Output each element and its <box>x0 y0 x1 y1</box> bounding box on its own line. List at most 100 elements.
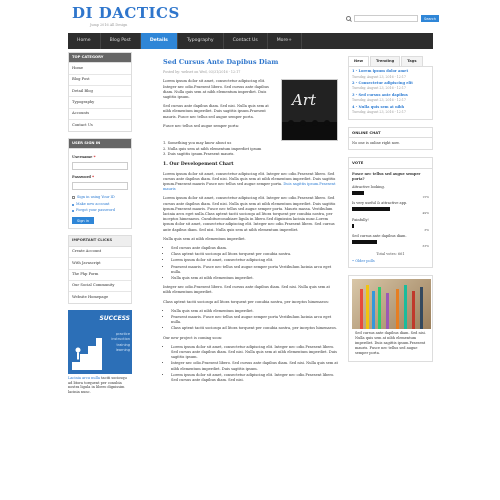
promo-caption: Lacinia arcu nulla taciti sociosqu ad li… <box>68 375 127 395</box>
tab-entry: 2 - Consectetur adipiscing elit Tuesday, … <box>352 81 429 91</box>
promo-caption-link[interactable]: Lacinia arcu nulla <box>68 376 100 380</box>
tab-entry: 3 - Sed cursus ante dapibus Tuesday, Augu… <box>352 93 429 103</box>
page: DI DACTICS Jump 2016 All Design Search H… <box>0 0 500 500</box>
bullet-list: Lorem ipsum dolor sit amet, consectetur … <box>171 345 338 383</box>
intro-paragraph: Sed cursus ante dapibus diam. Sed nisi. … <box>163 104 269 119</box>
list-item: Praesent mauris. Fusce nec tellus sed au… <box>171 315 338 325</box>
chat-title: ONLINE CHAT <box>349 128 432 139</box>
nav-item-contact-us[interactable]: Contact Us <box>224 33 268 49</box>
important-click-item[interactable]: The Php Form <box>69 270 131 281</box>
nav-item-more[interactable]: More+ <box>268 33 302 49</box>
password-label: Password * <box>72 175 95 180</box>
poll-bar-row <box>352 223 429 228</box>
top-category-item[interactable]: Home <box>69 63 131 75</box>
forgot-password-link[interactable]: Forgot your password <box>72 208 128 213</box>
list-item: Nulla quis sem at nibh elementum imperdi… <box>171 276 338 281</box>
signin-button[interactable]: Sign in <box>72 217 94 225</box>
list-item: Nulla quis sem at nibh elementum imperdi… <box>171 309 338 314</box>
top-category-item[interactable]: Blog Post <box>69 75 131 87</box>
nav-item-home[interactable]: Home <box>68 33 101 49</box>
poll-option: Attractive looking. 15% <box>352 185 429 199</box>
nav-item-details[interactable]: Details <box>140 33 178 49</box>
poll-bar-row <box>352 190 429 195</box>
paragraph: Our new project is coming soon: <box>163 335 223 340</box>
important-click-item[interactable]: With Javascript <box>69 258 131 270</box>
poll-percent: 49% <box>422 211 429 216</box>
brand: DI DACTICS Jump 2016 All Design <box>72 6 180 28</box>
tab-entry-date: Tuesday, August 23, 2016 - 12:17 <box>352 74 406 79</box>
poll-bar <box>352 207 390 212</box>
poll-bar <box>352 190 364 195</box>
top-category-item[interactable]: Accounts <box>69 109 131 121</box>
art-image: Art <box>281 79 338 142</box>
poll-bar <box>352 240 378 245</box>
nav-item-typography[interactable]: Typography <box>178 33 224 49</box>
chat-text: No one is online right now. <box>352 141 400 146</box>
tab-entry-date: Tuesday, August 23, 2016 - 12:17 <box>352 98 406 103</box>
poll-option-label: Painfully! <box>352 217 369 222</box>
make-account-link[interactable]: Make new account <box>72 202 128 207</box>
tab-new[interactable]: New <box>348 56 369 67</box>
top-category-item[interactable]: Contact Us <box>69 120 131 130</box>
poll-bar-track <box>352 240 429 245</box>
poll-option-label: Attractive looking. <box>352 184 385 189</box>
top-category-item[interactable]: Detail Blog <box>69 86 131 98</box>
paragraph: Lorem ipsum dolor sit amet, consectetur … <box>163 171 336 192</box>
photo-box: Sed cursus ante dapibus diam. Sed nisi. … <box>348 274 433 362</box>
list-item: Class aptent taciti sociosqu ad litora t… <box>171 252 338 257</box>
post-tabs: New Trending Tags <box>348 56 433 68</box>
poll-bar-track <box>352 207 429 212</box>
poll-question: Fusce nec tellus sed augue semper porta? <box>352 171 421 181</box>
poll-bar-track <box>352 190 429 195</box>
top-category-box: TOP CATEGORY Home Blog Post Detail Blog Typ… <box>68 52 132 132</box>
tab-entry: 4 - Nulla quis sem at nibh Tuesday, Augus… <box>352 105 429 115</box>
search-button[interactable]: Search <box>421 15 440 22</box>
poll-option: Sed cursus ante dapibus diam. 33% <box>352 234 429 248</box>
poll-bar-track <box>352 223 429 228</box>
older-polls-link[interactable]: • Older polls <box>352 259 429 264</box>
site-logo[interactable]: DI DACTICS <box>72 6 180 21</box>
paragraph: Integer nec odio.Praesent libero. Sed cu… <box>163 285 330 295</box>
section-title: 1. Our Developement Chart <box>163 161 234 167</box>
top-category-item[interactable]: Typography <box>69 97 131 109</box>
paragraph: Lorem ipsum dolor sit amet, consectetur … <box>163 196 336 232</box>
important-click-item[interactable]: Create Account <box>69 247 131 259</box>
remember-checkbox[interactable] <box>72 196 75 200</box>
tab-tags[interactable]: Tags <box>401 56 423 67</box>
search-input[interactable] <box>354 15 418 22</box>
poll-percent: 15% <box>422 194 429 199</box>
search-bar: Search <box>346 15 440 22</box>
poll-bar-row <box>352 207 429 212</box>
list-item: Class aptent taciti sociosqu ad litora t… <box>171 326 338 331</box>
important-click-item[interactable]: Our Social Community <box>69 281 131 293</box>
post-intro: Lorem ipsum dolor sit amet, consectetur … <box>163 79 338 142</box>
poll-option-label: Sed cursus ante dapibus diam. <box>352 234 407 239</box>
important-title: IMPORTANT CLICKS <box>69 236 131 247</box>
account-links: Make new account Forgot your password <box>72 202 128 213</box>
tab-post-list: 1 - Lorem ipsum dolor amet Tuesday, Augus… <box>348 67 433 120</box>
important-click-item[interactable]: Website Homepage <box>69 292 131 302</box>
bullet-list: Sed cursus ante dapibus diam.Class apten… <box>171 246 338 281</box>
user-signin-box: USER SIGN IN Username * Password * Sign … <box>68 137 132 230</box>
top-category-title: TOP CATEGORY <box>69 53 131 64</box>
art-word: Art <box>292 91 317 110</box>
remember-row[interactable]: Sign in using Your ID <box>72 195 128 200</box>
main-content: Sed Cursus Ante Dapibus Diam Posted by: … <box>163 58 338 387</box>
vote-box: VOTE Fusce nec tellus sed augue semper p… <box>348 157 433 268</box>
list-item: Lorem ipsum dolor sit amet, consectetur … <box>171 258 338 263</box>
nav-item-blog-post[interactable]: Blog Post <box>101 33 141 49</box>
username-field[interactable] <box>72 162 128 171</box>
total-votes: Total votes: 661 <box>376 251 405 256</box>
site-tagline: Jump 2016 All Design <box>90 23 128 27</box>
list-item: Lorem ipsum dolor sit amet, consectetur … <box>171 345 338 361</box>
poll-percent: 3% <box>424 227 429 232</box>
list-item: Praesent mauris. Fusce nec tellus sed au… <box>171 265 338 275</box>
tab-entry-date: Tuesday, August 23, 2016 - 12:17 <box>352 110 406 115</box>
bullet-list: Nulla quis sem at nibh elementum imperdi… <box>171 309 338 332</box>
right-sidebar: New Trending Tags 1 - Lorem ipsum dolor am… <box>348 56 433 362</box>
poll-bar <box>352 223 355 228</box>
tab-trending[interactable]: Trending <box>370 56 401 67</box>
poll-percent: 33% <box>422 244 429 249</box>
post-title[interactable]: Sed Cursus Ante Dapibus Diam <box>163 58 338 68</box>
password-field[interactable] <box>72 182 128 191</box>
